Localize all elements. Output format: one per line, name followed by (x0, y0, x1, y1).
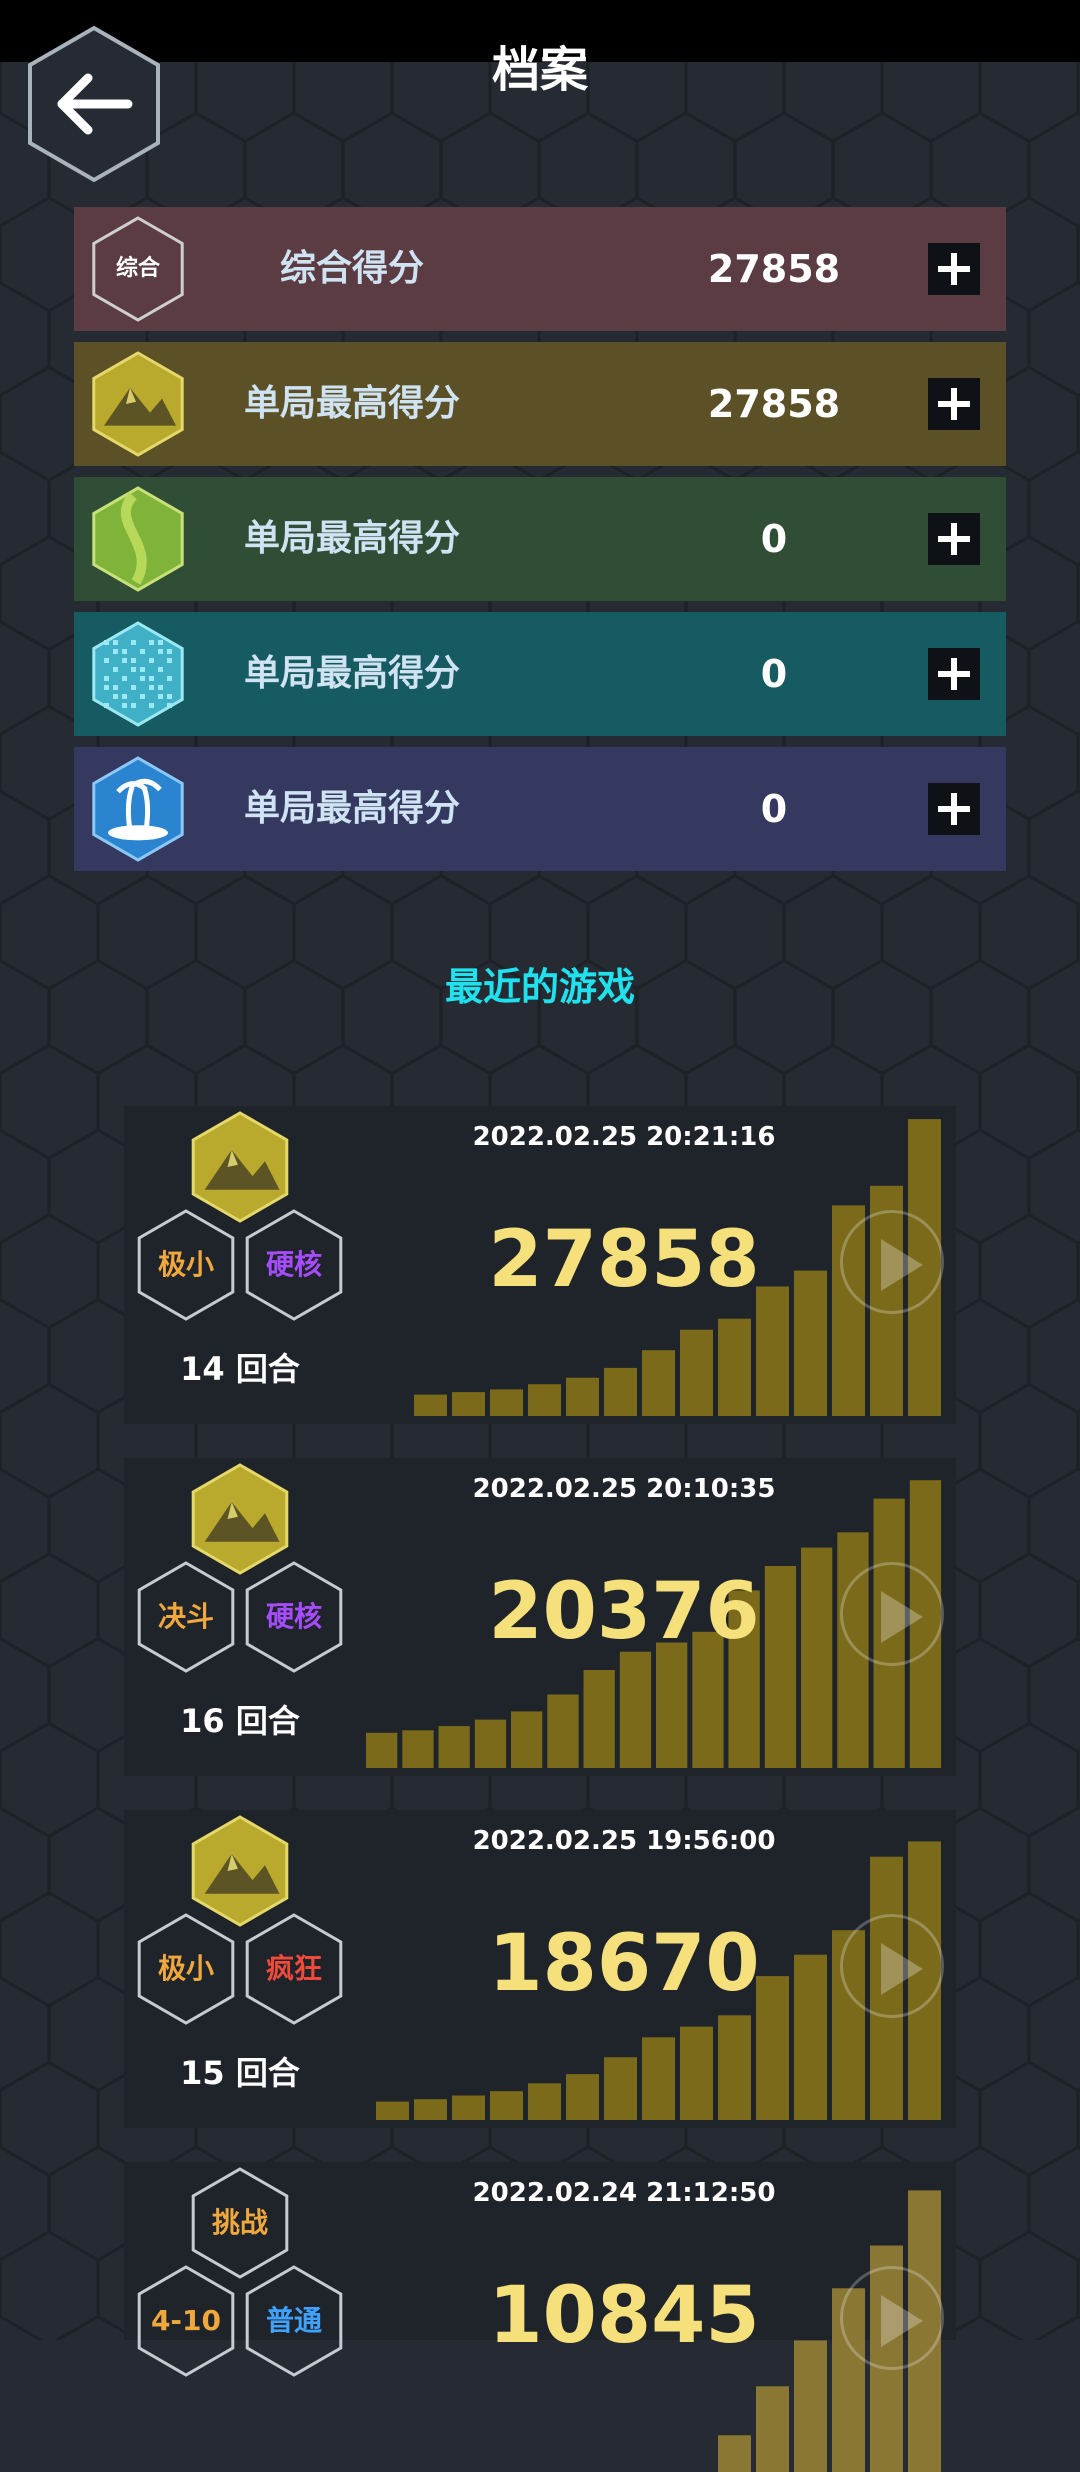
score-value: 27858 (674, 207, 874, 331)
score-bar (414, 1395, 447, 1416)
score-bar (584, 1670, 615, 1768)
score-bar (604, 2057, 637, 2120)
score-bar (547, 1695, 578, 1769)
desert-map-icon (188, 1462, 292, 1576)
score-bar (642, 1350, 675, 1416)
round-count: 15 回合 (160, 2048, 320, 2094)
score-bar (452, 1392, 485, 1416)
score-row: 单局最高得分 0 (74, 612, 1006, 736)
game-card[interactable]: 2022.02.25 20:21:16 27858 极小硬核 14 回合 (124, 1106, 956, 1424)
score-value: 27858 (674, 342, 874, 466)
score-bar (566, 1378, 599, 1416)
expand-plus-button[interactable] (928, 783, 980, 835)
desert-map-icon (88, 350, 188, 458)
game-score: 20376 (424, 1562, 824, 1662)
game-card[interactable]: 2022.02.25 20:10:35 20376 决斗硬核 16 回合 (124, 1458, 956, 1776)
score-bar (452, 2096, 485, 2121)
score-value: 0 (674, 477, 874, 601)
score-label: 单局最高得分 (244, 612, 460, 736)
tag-label: 硬核 (242, 1560, 346, 1674)
score-row: 单局最高得分 0 (74, 747, 1006, 871)
tag-label: 决斗 (134, 1560, 238, 1674)
difficulty-tag: 硬核 (242, 1208, 346, 1322)
mode-tag-label: 挑战 (188, 2166, 292, 2280)
score-bar (620, 1652, 651, 1768)
world-map-icon (88, 620, 188, 728)
tag-label: 普通 (242, 2264, 346, 2378)
difficulty-tag: 硬核 (242, 1560, 346, 1674)
game-timestamp: 2022.02.25 19:56:00 (454, 1826, 794, 1856)
difficulty-tag: 普通 (242, 2264, 346, 2378)
score-bar (511, 1711, 542, 1768)
score-bar (475, 1720, 506, 1768)
score-value: 0 (674, 747, 874, 871)
tag-label: 极小 (134, 1912, 238, 2026)
score-bar (528, 2083, 561, 2120)
score-bar (414, 2099, 447, 2120)
score-label: 单局最高得分 (244, 477, 460, 601)
desert-map-icon (188, 1110, 292, 1224)
tag-label: 极小 (134, 1208, 238, 1322)
round-count: 14 回合 (160, 1344, 320, 1390)
badge-label: 综合 (88, 215, 188, 323)
size-tag: 极小 (134, 1208, 238, 1322)
expand-plus-button[interactable] (928, 378, 980, 430)
score-bar (528, 1384, 561, 1416)
score-bar (604, 1368, 637, 1416)
score-bar (718, 1319, 751, 1416)
game-timestamp: 2022.02.25 20:21:16 (454, 1122, 794, 1152)
game-card[interactable]: 2022.02.25 19:56:00 18670 极小疯狂 15 回合 (124, 1810, 956, 2128)
score-bar (718, 2015, 751, 2120)
grassland-map-icon (88, 485, 188, 593)
desert-map-icon (188, 1814, 292, 1928)
round-count: 16 回合 (160, 1696, 320, 1742)
score-row: 单局最高得分 0 (74, 477, 1006, 601)
score-label: 单局最高得分 (244, 342, 460, 466)
score-bar (402, 1730, 433, 1768)
tag-label: 4-10 (134, 2264, 238, 2378)
expand-plus-button[interactable] (928, 243, 980, 295)
score-bar (566, 2074, 599, 2120)
score-label: 单局最高得分 (244, 747, 460, 871)
expand-plus-button[interactable] (928, 648, 980, 700)
replay-play-button[interactable] (840, 2266, 944, 2370)
expand-plus-button[interactable] (928, 513, 980, 565)
replay-play-button[interactable] (840, 1562, 944, 1666)
score-bar (756, 2386, 789, 2472)
score-bar (680, 2027, 713, 2120)
mode-tag: 挑战 (188, 2166, 292, 2280)
game-score: 27858 (424, 1210, 824, 1310)
score-bar (439, 1726, 470, 1768)
recent-games-title: 最近的游戏 (0, 956, 1080, 1011)
difficulty-tag: 疯狂 (242, 1912, 346, 2026)
score-bar (376, 2102, 409, 2120)
size-tag: 极小 (134, 1912, 238, 2026)
score-bar (680, 1330, 713, 1416)
score-bar (490, 2091, 523, 2120)
size-tag: 决斗 (134, 1560, 238, 1674)
game-card[interactable]: 2022.02.24 21:12:5010845挑战4-10普通 (124, 2162, 956, 2340)
game-timestamp: 2022.02.24 21:12:50 (454, 2178, 794, 2208)
score-row: 单局最高得分 27858 (74, 342, 1006, 466)
island-map-icon (88, 755, 188, 863)
back-arrow-icon (24, 24, 164, 184)
back-button[interactable] (24, 24, 164, 184)
score-row: 综合综合得分 27858 (74, 207, 1006, 331)
tag-label: 硬核 (242, 1208, 346, 1322)
game-score: 10845 (424, 2266, 824, 2366)
replay-play-button[interactable] (840, 1914, 944, 2018)
overall-hex-icon: 综合 (88, 215, 188, 323)
size-tag: 4-10 (134, 2264, 238, 2378)
game-timestamp: 2022.02.25 20:10:35 (454, 1474, 794, 1504)
replay-play-button[interactable] (840, 1210, 944, 1314)
game-score: 18670 (424, 1914, 824, 2014)
score-bar (366, 1733, 397, 1768)
score-bar (642, 2037, 675, 2120)
score-bar (718, 2435, 751, 2472)
score-bar (490, 1389, 523, 1416)
tag-label: 疯狂 (242, 1912, 346, 2026)
score-label: 综合得分 (280, 207, 424, 331)
score-value: 0 (674, 612, 874, 736)
